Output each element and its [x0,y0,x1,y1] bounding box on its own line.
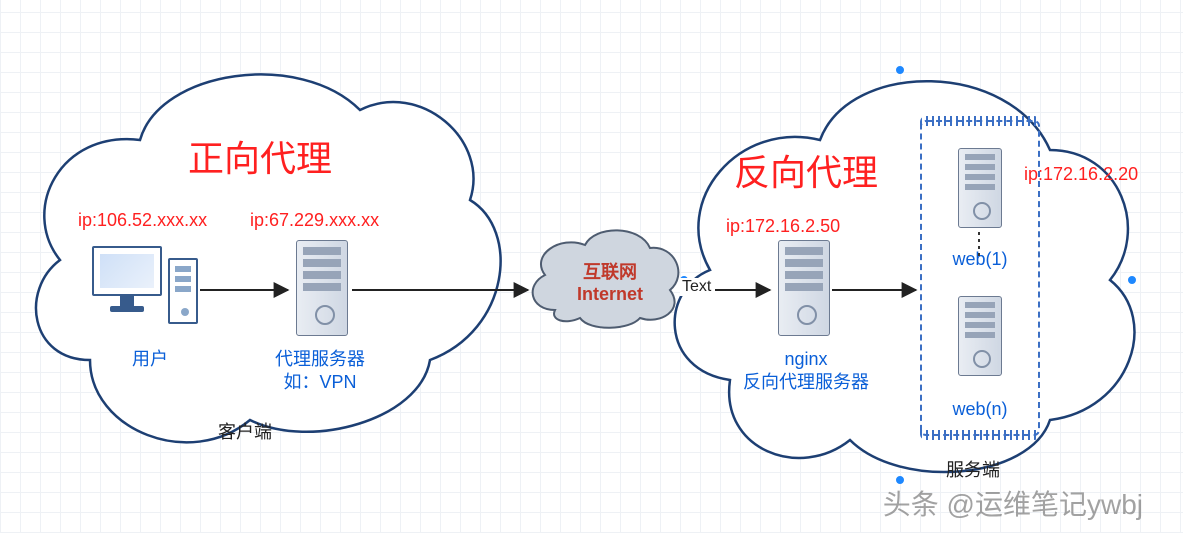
internet-line2: Internet [577,284,643,304]
user-label: 用户 [120,348,180,371]
client-footer: 客户端 [218,418,272,444]
proxy-label: 代理服务器 如：VPN [250,348,390,395]
nginx-label-line2: 反向代理服务器 [743,372,869,392]
right-cloud [675,81,1135,472]
watermark: 头条 @运维笔记ywbj [883,483,1143,523]
selection-handle[interactable] [1128,276,1136,284]
proxy-label-line1: 代理服务器 [275,349,365,369]
nginx-label-line1: nginx [784,349,827,369]
selection-handle[interactable] [896,66,904,74]
text-label[interactable]: Text [680,278,713,296]
internet-line1: 互联网 [583,262,637,282]
web1-server-icon [958,148,1002,228]
user-ip: ip:106.52.xxx.xx [78,210,207,231]
nginx-server-icon [778,240,830,336]
reverse-proxy-title: 反向代理 [734,144,878,196]
proxy-server-icon [296,240,348,336]
webn-label: web(n) [940,398,1020,421]
internet-label: 互联网 Internet [560,262,660,305]
nginx-label: nginx 反向代理服务器 [726,348,886,395]
webn-server-icon [958,296,1002,376]
server-footer: 服务端 [946,456,1000,482]
web-ip: ip:172.16.2.20 [1024,164,1138,185]
user-pc-icon [92,246,202,336]
proxy-ip: ip:67.229.xxx.xx [250,210,379,231]
forward-proxy-title: 正向代理 [188,130,332,182]
proxy-label-line2: 如：VPN [283,372,356,392]
nginx-ip: ip:172.16.2.50 [726,216,840,237]
web1-label: web(1) [940,248,1020,271]
ellipsis-icon [978,232,980,256]
